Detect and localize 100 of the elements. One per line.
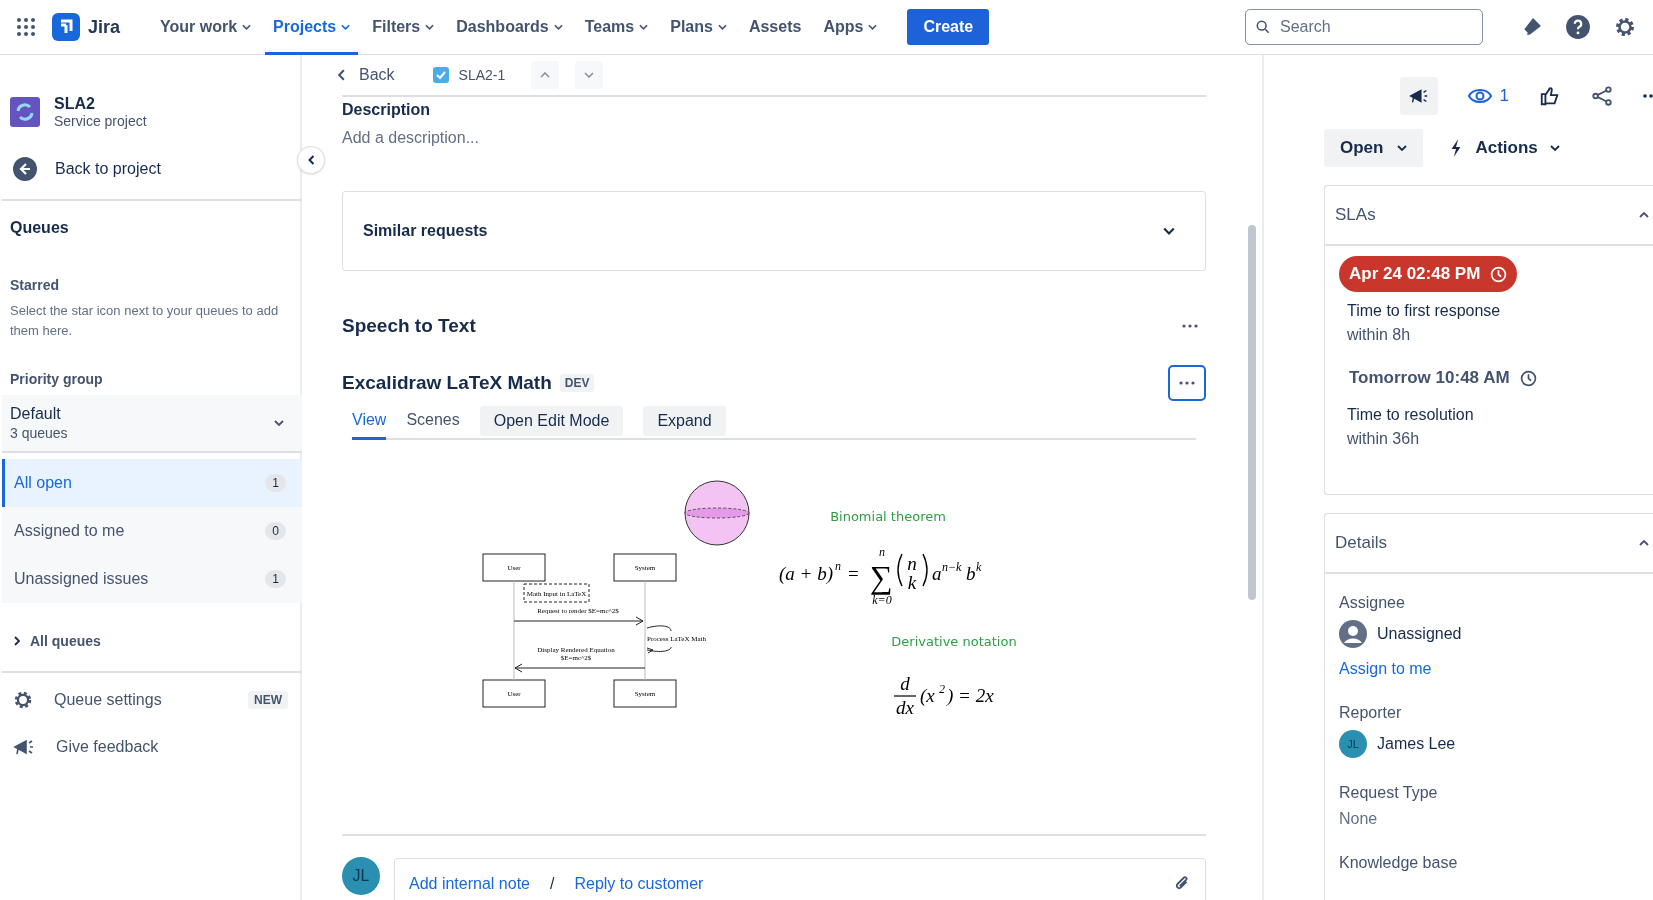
assign-to-me-link[interactable]: Assign to me [1339, 660, 1432, 678]
chevron-up-icon[interactable] [1639, 212, 1649, 218]
sidebar-link[interactable]: Give feedback [56, 738, 288, 756]
gear-icon[interactable] [12, 689, 34, 711]
chevron-down-icon[interactable] [553, 24, 563, 30]
logo-icon[interactable] [52, 13, 80, 41]
sla-time-label: Apr 24 02:48 PM [1339, 256, 1518, 292]
clock-icon [1490, 265, 1508, 283]
nav-menu-item[interactable]: Your work [152, 0, 260, 55]
actions-button[interactable]: Actions [1443, 129, 1566, 167]
comment-box[interactable]: Add internal note / Reply to customer [394, 858, 1206, 900]
self-loop-arrow [646, 625, 672, 654]
chevron-down-icon[interactable] [274, 420, 284, 426]
chevron-left-icon[interactable] [338, 69, 345, 81]
panel-heading[interactable]: Details [1335, 533, 1387, 553]
back-button[interactable]: Back [332, 65, 401, 85]
reply-to-customer-link[interactable]: Reply to customer [574, 875, 704, 893]
eye-icon[interactable] [1467, 88, 1492, 104]
user-avatar: JL [1339, 730, 1367, 758]
app-grid-icon[interactable] [16, 17, 36, 37]
share-icon[interactable] [1591, 85, 1613, 107]
drawing-caption: Derivative notation [891, 634, 1017, 649]
chevron-right-icon[interactable] [14, 636, 20, 646]
field-label: Knowledge base [1339, 854, 1458, 872]
chevron-down-icon[interactable] [425, 24, 435, 30]
section-heading: Excalidraw LaTeX Math [342, 372, 552, 394]
nav-menu-item[interactable]: Assets [740, 0, 810, 55]
scrollbar-thumb[interactable] [1248, 225, 1256, 600]
field-value: None [1339, 810, 1378, 828]
chevron-down-icon[interactable] [1397, 145, 1408, 151]
queue-item[interactable]: All open 1 [2, 459, 302, 507]
search-icon[interactable] [1256, 20, 1270, 34]
task-checkbox-icon [432, 67, 449, 83]
issue-key-link[interactable]: SLA2-1 [458, 67, 506, 83]
sla-name: Time to first response [1346, 301, 1501, 320]
add-internal-note-link[interactable]: Add internal note [409, 875, 530, 893]
nav-menu-item[interactable]: Dashboards [448, 0, 571, 55]
watchers-button[interactable]: 1 [1467, 86, 1509, 106]
dev-label: DEV [559, 374, 595, 392]
tab[interactable]: View [352, 403, 387, 440]
chevron-down-icon[interactable] [639, 24, 649, 30]
priority-group-heading: Priority group [9, 370, 104, 387]
starred-heading: Starred [9, 276, 61, 293]
more-button[interactable] [1168, 365, 1206, 401]
sidebar-link[interactable]: Queue settings [54, 691, 228, 709]
product-name[interactable]: Jira [88, 16, 121, 38]
search-field[interactable]: Search [1245, 9, 1483, 45]
starred-hint: Select the star icon next to your queues to add them here. [9, 302, 280, 340]
sla-goal: within 36h [1346, 429, 1420, 449]
thumbs-up-icon[interactable] [1539, 85, 1561, 107]
sphere-drawing [684, 480, 750, 546]
description-field[interactable]: Add a description... [342, 119, 1206, 147]
queue-item[interactable]: Unassigned issues 1 [2, 555, 302, 603]
field-value: Unassigned [1377, 625, 1462, 643]
create-button[interactable]: Create [907, 9, 990, 45]
back-to-project-link[interactable]: Back to project [55, 160, 161, 178]
person-avatar-icon [1339, 620, 1367, 648]
description-heading: Description [342, 95, 1206, 119]
sla-time-label: Tomorrow 10:48 AM [1339, 360, 1547, 396]
chevron-up-icon[interactable] [1639, 540, 1649, 546]
panel-heading[interactable]: SLAs [1335, 205, 1376, 225]
toolbar-button[interactable]: Expand [643, 405, 726, 436]
chevron-down-icon[interactable] [242, 24, 252, 30]
chevron-down-icon[interactable] [1549, 145, 1560, 151]
help-icon[interactable] [1565, 14, 1591, 40]
project-type: Service project [54, 113, 147, 129]
nav-menu-item[interactable]: Teams [576, 0, 657, 55]
section-heading: Speech to Text [342, 315, 476, 337]
queues-heading: Queues [9, 218, 70, 237]
more-icon[interactable] [1182, 324, 1198, 328]
field-label: Reporter [1339, 704, 1402, 722]
chevron-down-icon[interactable] [1163, 227, 1175, 235]
separator-text: / [550, 875, 555, 893]
nav-menu-item[interactable]: Projects [265, 0, 359, 55]
toolbar-button[interactable]: Open Edit Mode [479, 405, 624, 436]
priority-group-dropdown[interactable]: Default 3 queues [2, 395, 302, 453]
similar-requests-panel[interactable]: Similar requests [342, 191, 1206, 271]
all-queues-item[interactable]: All queues [30, 633, 101, 649]
chevron-down-icon[interactable] [868, 24, 878, 30]
tab[interactable]: Scenes [406, 403, 460, 440]
more-icon[interactable] [1643, 94, 1653, 98]
field-value: James Lee [1377, 735, 1456, 753]
field-label: Request Type [1339, 784, 1438, 802]
queue-item[interactable]: Assigned to me 0 [2, 507, 302, 555]
project-avatar-icon[interactable] [10, 97, 40, 127]
similar-requests-heading: Similar requests [363, 222, 488, 240]
nav-menu-item[interactable]: Apps [815, 0, 886, 55]
more-icon[interactable] [1179, 381, 1195, 385]
status-button[interactable]: Open [1324, 129, 1424, 167]
feedback-button[interactable] [1399, 77, 1438, 115]
chevron-down-icon[interactable] [717, 24, 727, 30]
clock-icon [1519, 369, 1537, 387]
sla-name: Time to resolution [1346, 405, 1474, 424]
nav-menu-item[interactable]: Filters [364, 0, 443, 55]
sla-goal: within 8h [1346, 325, 1411, 345]
nav-menu-item[interactable]: Plans [662, 0, 735, 55]
settings-icon[interactable] [1613, 15, 1637, 39]
collapse-sidebar-button[interactable] [298, 147, 324, 173]
drawing-caption: Binomial theorem [830, 509, 946, 524]
chevron-left-icon[interactable] [307, 155, 315, 165]
